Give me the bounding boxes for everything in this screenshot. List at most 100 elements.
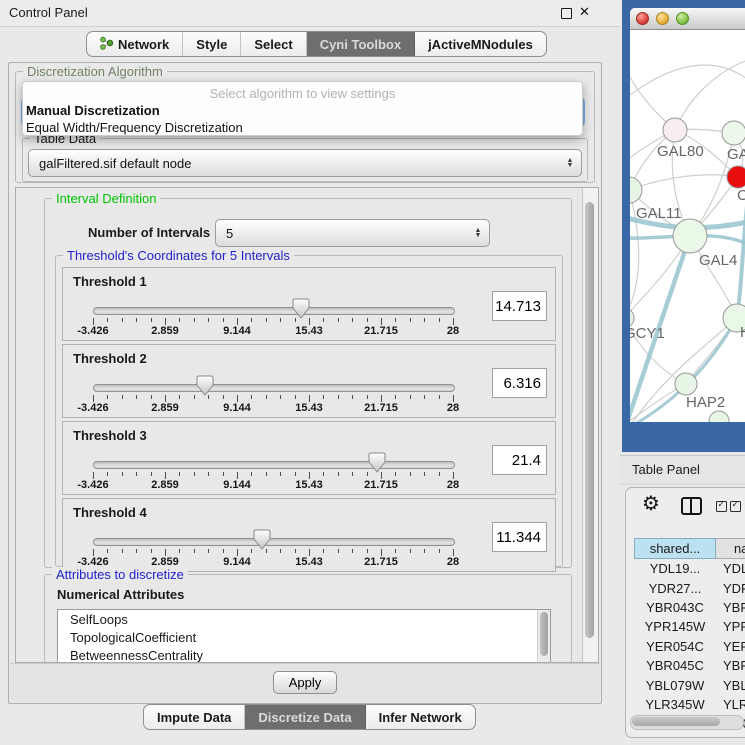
attribute-list-item[interactable]: BetweennessCentrality	[58, 646, 550, 663]
tab-style[interactable]: Style	[183, 32, 241, 56]
float-window-icon[interactable]	[561, 8, 572, 19]
tick-mark	[208, 318, 209, 322]
table-panel-header: Table Panel	[620, 455, 745, 485]
threshold-value-input[interactable]	[492, 445, 547, 475]
algorithm-option[interactable]: Equal Width/Frequency Discretization	[23, 119, 582, 136]
table-row[interactable]: YDR27...YDR2	[634, 578, 745, 597]
network-edge[interactable]	[737, 196, 745, 318]
gear-icon[interactable]: ⚙	[642, 491, 660, 516]
attribute-list-item[interactable]: SelfLoops	[58, 610, 550, 628]
table-row[interactable]: YER054CYER0	[634, 637, 745, 656]
algorithm-option[interactable]: Manual Discretization	[23, 102, 582, 119]
threshold-label: Threshold 3	[73, 428, 147, 443]
cell-name: YBL0	[716, 678, 745, 693]
slider-track[interactable]	[93, 538, 455, 546]
table-data-combobox[interactable]: galFiltered.sif default node ▲▼	[28, 149, 582, 177]
tick-mark	[280, 472, 281, 476]
slider-thumb[interactable]	[253, 529, 271, 550]
table-horizontal-scrollbar[interactable]	[630, 715, 744, 730]
table-scrollbar-thumb[interactable]	[632, 717, 720, 726]
tick-mark	[165, 395, 166, 402]
tick-mark	[338, 318, 339, 322]
network-node-gal4[interactable]	[673, 219, 707, 253]
threshold-value-input[interactable]	[492, 368, 547, 398]
network-window: GAL80GACGAL11GAL4GCY1HHAP2	[630, 8, 745, 422]
slider-thumb[interactable]	[292, 298, 310, 319]
network-node[interactable]	[709, 411, 729, 422]
column-header-name[interactable]: na	[716, 538, 745, 559]
network-edge[interactable]	[630, 38, 675, 130]
network-node-gal80[interactable]	[663, 118, 687, 142]
tick-mark	[424, 318, 425, 322]
tick-mark	[165, 472, 166, 479]
network-edge[interactable]	[675, 60, 745, 130]
number-of-intervals-combobox[interactable]: 5 ▲▼	[215, 219, 490, 247]
table-row[interactable]: YBR045CYBR0	[634, 656, 745, 675]
network-node-label: GCY1	[630, 325, 665, 342]
table-row[interactable]: YBR043CYBR0	[634, 598, 745, 617]
checkbox-icon[interactable]	[730, 501, 741, 512]
slider-thumb[interactable]	[368, 452, 386, 473]
threshold-panel: Threshold 1-3.4262.8599.14415.4321.71528	[62, 267, 556, 341]
table-row[interactable]: YLR345WYLR3	[634, 695, 745, 714]
tick-mark	[424, 472, 425, 476]
algorithm-popup-options: Manual DiscretizationEqual Width/Frequen…	[23, 102, 582, 136]
close-icon[interactable]: ✕	[579, 4, 590, 20]
tick-label: 21.715	[364, 402, 398, 414]
slider-track[interactable]	[93, 461, 455, 469]
tick-mark	[208, 472, 209, 476]
close-traffic-light-icon[interactable]	[636, 12, 649, 25]
tick-mark	[107, 318, 108, 322]
slider-track[interactable]	[93, 384, 455, 392]
tick-label: -3.426	[77, 325, 108, 337]
table-row[interactable]: YDL19...YDL1	[634, 559, 745, 578]
tab-impute-data[interactable]: Impute Data	[144, 705, 245, 729]
checkbox-icon[interactable]	[716, 501, 727, 512]
tick-mark	[453, 318, 454, 325]
zoom-traffic-light-icon[interactable]	[676, 12, 689, 25]
attribute-list-item[interactable]: TopologicalCoefficient	[58, 628, 550, 646]
network-canvas[interactable]: GAL80GACGAL11GAL4GCY1HHAP2	[630, 30, 745, 422]
cell-name: YDL1	[716, 561, 745, 576]
network-node-label: HAP2	[686, 394, 725, 411]
network-node-c[interactable]	[727, 166, 745, 188]
minimize-traffic-light-icon[interactable]	[656, 12, 669, 25]
network-icon	[100, 36, 113, 53]
tab-label: Impute Data	[157, 710, 231, 725]
cell-shared-name: YBL079W	[634, 678, 716, 693]
apply-button[interactable]: Apply	[273, 671, 337, 694]
threshold-value-input[interactable]	[492, 522, 547, 552]
tab-infer-network[interactable]: Infer Network	[366, 705, 475, 729]
tick-mark	[237, 472, 238, 479]
tab-cyni-toolbox[interactable]: Cyni Toolbox	[307, 32, 415, 56]
settings-scrollbar-thumb[interactable]	[585, 202, 594, 638]
tab-network[interactable]: Network	[87, 32, 183, 56]
cell-name: YER0	[716, 639, 745, 654]
split-columns-icon[interactable]	[681, 497, 702, 515]
tick-mark	[266, 472, 267, 476]
settings-vertical-scrollbar[interactable]	[582, 188, 598, 662]
network-node-ga[interactable]	[722, 121, 745, 145]
tab-discretize-data[interactable]: Discretize Data	[245, 705, 365, 729]
list-scrollbar[interactable]	[537, 610, 550, 663]
table-row[interactable]: YPR145WYPR1	[634, 617, 745, 636]
column-header-shared-name[interactable]: shared...	[634, 538, 716, 559]
list-scrollbar-thumb[interactable]	[540, 612, 548, 656]
threshold-panel: Threshold 3-3.4262.8599.14415.4321.71528	[62, 421, 556, 495]
table-row[interactable]: YBL079WYBL0	[634, 675, 745, 694]
slider-track[interactable]	[93, 307, 455, 315]
tab-jactivemnodules[interactable]: jActiveMNodules	[415, 32, 546, 56]
network-node-hap2[interactable]	[675, 373, 697, 395]
threshold-value-input[interactable]	[492, 291, 547, 321]
tab-select[interactable]: Select	[241, 32, 306, 56]
cell-name: YLR3	[716, 697, 745, 712]
number-of-intervals-value: 5	[216, 226, 470, 241]
tick-mark	[352, 395, 353, 399]
network-node-gal11[interactable]	[630, 177, 642, 203]
slider-thumb[interactable]	[196, 375, 214, 396]
tick-mark	[107, 395, 108, 399]
tick-mark	[122, 318, 123, 322]
apply-row: Apply	[10, 663, 600, 702]
network-node-label: GAL4	[699, 252, 737, 269]
tick-mark	[439, 395, 440, 399]
